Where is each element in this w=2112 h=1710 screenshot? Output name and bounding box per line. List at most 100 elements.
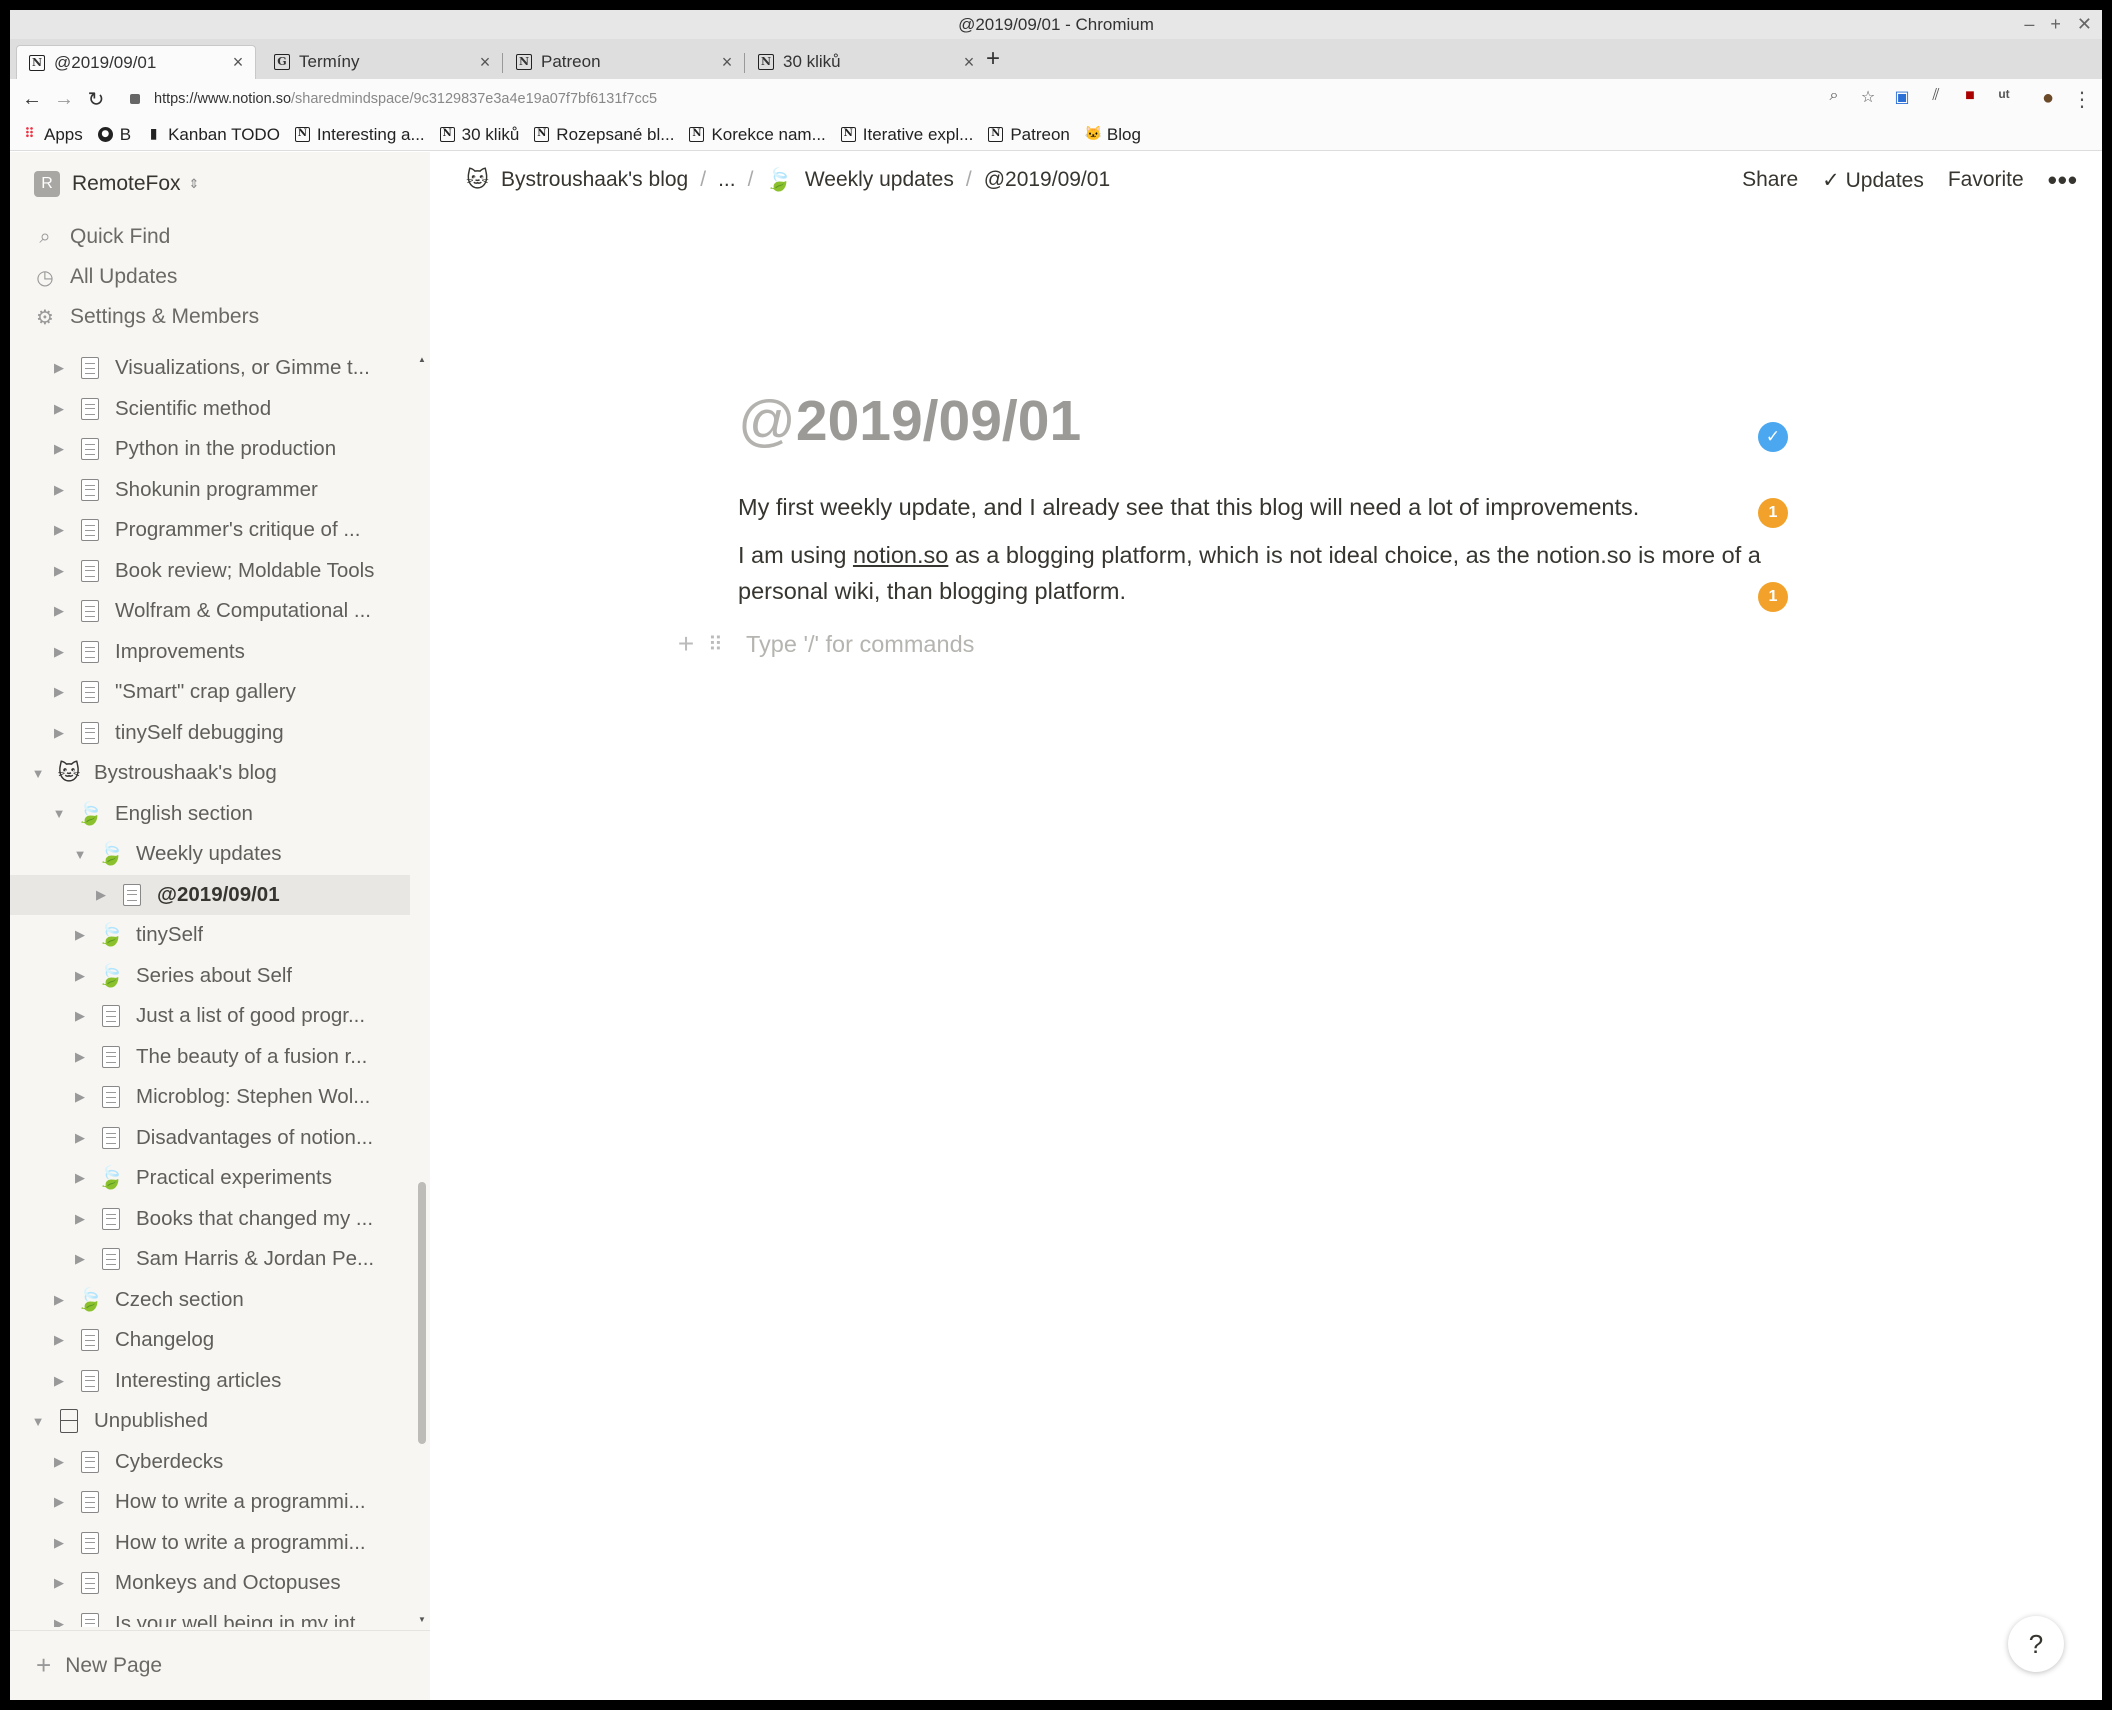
- caret-right-icon[interactable]: ▶: [51, 522, 67, 538]
- sidebar-item[interactable]: ▶ Monkeys and Octopuses: [10, 1563, 410, 1603]
- scroll-down-icon[interactable]: ▼: [418, 1615, 426, 1624]
- caret-right-icon[interactable]: ▶: [93, 887, 109, 903]
- caret-right-icon[interactable]: ▶: [51, 1494, 67, 1510]
- bookmark-kanban[interactable]: ▮ Kanban TODO: [146, 125, 280, 145]
- extension-counter-icon[interactable]: ■: [1960, 87, 1980, 107]
- breadcrumb-blog[interactable]: 🐱 Bystroushaak's blog: [466, 167, 688, 193]
- caret-right-icon[interactable]: ▶: [51, 725, 67, 741]
- sidebar-item[interactable]: ▶ "Smart" crap gallery: [10, 672, 410, 712]
- bookmark-interesting[interactable]: N Interesting a...: [294, 125, 425, 145]
- caret-right-icon[interactable]: ▶: [72, 1251, 88, 1267]
- sidebar-item[interactable]: ▶ 🍃 Practical experiments: [10, 1158, 410, 1198]
- page-title[interactable]: @2019/09/01: [738, 388, 1081, 454]
- breadcrumb-weekly-updates[interactable]: 🍃 Weekly updates: [765, 167, 953, 193]
- tab-close-icon[interactable]: ×: [716, 52, 738, 73]
- extension-sync-icon[interactable]: ▣: [1892, 87, 1912, 107]
- sidebar-item[interactable]: ▼ Unpublished: [10, 1401, 410, 1441]
- bookmark-30-kliku[interactable]: N 30 kliků: [439, 125, 519, 145]
- caret-right-icon[interactable]: ▶: [51, 603, 67, 619]
- sidebar-item[interactable]: ▶ Sam Harris & Jordan Pe...: [10, 1239, 410, 1279]
- new-page-button[interactable]: + New Page: [10, 1630, 430, 1700]
- tab-30-kliku[interactable]: N 30 kliků ×: [746, 45, 986, 79]
- sidebar-item-selected[interactable]: ▶ @2019/09/01: [10, 874, 410, 915]
- breadcrumb-current[interactable]: @2019/09/01: [984, 168, 1110, 192]
- sidebar-scroll-thumb[interactable]: [418, 1182, 426, 1444]
- caret-right-icon[interactable]: ▶: [72, 1130, 88, 1146]
- more-options-icon[interactable]: •••: [2048, 165, 2078, 196]
- profile-avatar-icon[interactable]: ●: [2038, 87, 2058, 109]
- bookmark-star-icon[interactable]: ☆: [1858, 87, 1878, 107]
- sidebar-item[interactable]: ▶ How to write a programmi...: [10, 1482, 410, 1522]
- settings-button[interactable]: ⚙ Settings & Members: [34, 302, 259, 332]
- sidebar-item[interactable]: ▶ Is your well being in my int...: [10, 1604, 410, 1628]
- caret-right-icon[interactable]: ▶: [72, 1211, 88, 1227]
- sidebar-item[interactable]: ▶ Microblog: Stephen Wol...: [10, 1077, 410, 1117]
- caret-right-icon[interactable]: ▶: [72, 1170, 88, 1186]
- check-badge-icon[interactable]: ✓: [1758, 422, 1788, 452]
- bookmark-rozepsane[interactable]: N Rozepsané bl...: [534, 125, 674, 145]
- tab-close-icon[interactable]: ×: [958, 52, 980, 73]
- sidebar-item[interactable]: ▶ Shokunin programmer: [10, 470, 410, 510]
- caret-right-icon[interactable]: ▶: [51, 684, 67, 700]
- minimize-icon[interactable]: –: [2024, 10, 2034, 39]
- caret-right-icon[interactable]: ▶: [51, 1292, 67, 1308]
- bookmark-patreon[interactable]: N Patreon: [988, 125, 1070, 145]
- caret-right-icon[interactable]: ▶: [51, 401, 67, 417]
- comment-count-badge[interactable]: 1: [1758, 498, 1788, 528]
- quick-find-button[interactable]: ⌕ Quick Find: [34, 222, 170, 252]
- caret-right-icon[interactable]: ▶: [72, 1089, 88, 1105]
- sidebar-item[interactable]: ▶ Just a list of good progr...: [10, 996, 410, 1036]
- caret-right-icon[interactable]: ▶: [51, 1535, 67, 1551]
- sidebar-item[interactable]: ▶ Books that changed my ...: [10, 1199, 410, 1239]
- favorite-button[interactable]: Favorite: [1948, 168, 2024, 192]
- sidebar-item[interactable]: ▶ Scientific method: [10, 389, 410, 429]
- all-updates-button[interactable]: ◷ All Updates: [34, 262, 177, 292]
- tab-close-icon[interactable]: ×: [474, 52, 496, 73]
- empty-block[interactable]: + ⠿ Type '/' for commands: [672, 626, 975, 662]
- sidebar-item[interactable]: ▶ Interesting articles: [10, 1361, 410, 1401]
- sidebar-item[interactable]: ▶ 🍃 tinySelf: [10, 915, 410, 955]
- caret-right-icon[interactable]: ▶: [51, 563, 67, 579]
- sidebar-item[interactable]: ▼ 🐱 Bystroushaak's blog: [10, 753, 410, 793]
- drag-handle-icon[interactable]: ⠿: [708, 632, 728, 657]
- maximize-icon[interactable]: +: [2050, 10, 2061, 39]
- extension-reader-icon[interactable]: ⫽: [1926, 87, 1946, 107]
- close-icon[interactable]: ✕: [2077, 10, 2092, 39]
- add-block-icon[interactable]: +: [672, 628, 700, 660]
- caret-right-icon[interactable]: ▶: [51, 1373, 67, 1389]
- tab-terminy[interactable]: G Termíny ×: [262, 45, 502, 79]
- help-button[interactable]: ?: [2008, 1616, 2064, 1672]
- sidebar-item[interactable]: ▶ Disadvantages of notion...: [10, 1118, 410, 1158]
- caret-down-icon[interactable]: ▼: [51, 806, 67, 821]
- bookmark-apps[interactable]: ⠿ Apps: [22, 125, 83, 145]
- caret-right-icon[interactable]: ▶: [51, 1616, 67, 1628]
- caret-right-icon[interactable]: ▶: [51, 1332, 67, 1348]
- caret-down-icon[interactable]: ▼: [30, 1414, 46, 1429]
- extension-ut-icon[interactable]: ut: [1994, 87, 2014, 107]
- sidebar-item[interactable]: ▼ 🍃 Weekly updates: [10, 834, 410, 874]
- updates-button[interactable]: ✓ Updates: [1822, 168, 1924, 193]
- forward-icon[interactable]: →: [48, 88, 80, 111]
- paragraph-block[interactable]: I am using notion.so as a blogging platf…: [738, 537, 1761, 609]
- caret-down-icon[interactable]: ▼: [72, 847, 88, 862]
- caret-right-icon[interactable]: ▶: [51, 482, 67, 498]
- new-tab-icon[interactable]: +: [986, 45, 1000, 73]
- sidebar-item[interactable]: ▼ 🍃 English section: [10, 794, 410, 834]
- caret-right-icon[interactable]: ▶: [51, 360, 67, 376]
- address-bar[interactable]: https://www.notion.so/sharedmindspace/9c…: [130, 85, 657, 113]
- bookmark-b[interactable]: ● B: [97, 125, 131, 145]
- notion-link[interactable]: notion.so: [853, 542, 948, 568]
- caret-right-icon[interactable]: ▶: [72, 927, 88, 943]
- sidebar-item[interactable]: ▶ tinySelf debugging: [10, 713, 410, 753]
- tab-current[interactable]: N @2019/09/01 ×: [16, 45, 256, 79]
- sidebar-item[interactable]: ▶ Improvements: [10, 632, 410, 672]
- scroll-up-icon[interactable]: ▲: [418, 355, 426, 364]
- sidebar-item[interactable]: ▶ Wolfram & Computational ...: [10, 591, 410, 631]
- reload-icon[interactable]: ↻: [80, 87, 112, 112]
- sidebar-item[interactable]: ▶ Programmer's critique of ...: [10, 510, 410, 550]
- caret-down-icon[interactable]: ▼: [30, 766, 46, 781]
- caret-right-icon[interactable]: ▶: [51, 1454, 67, 1470]
- caret-right-icon[interactable]: ▶: [72, 1008, 88, 1024]
- sidebar-item[interactable]: ▶ Cyberdecks: [10, 1442, 410, 1482]
- bookmark-blog[interactable]: 🐱 Blog: [1085, 125, 1141, 145]
